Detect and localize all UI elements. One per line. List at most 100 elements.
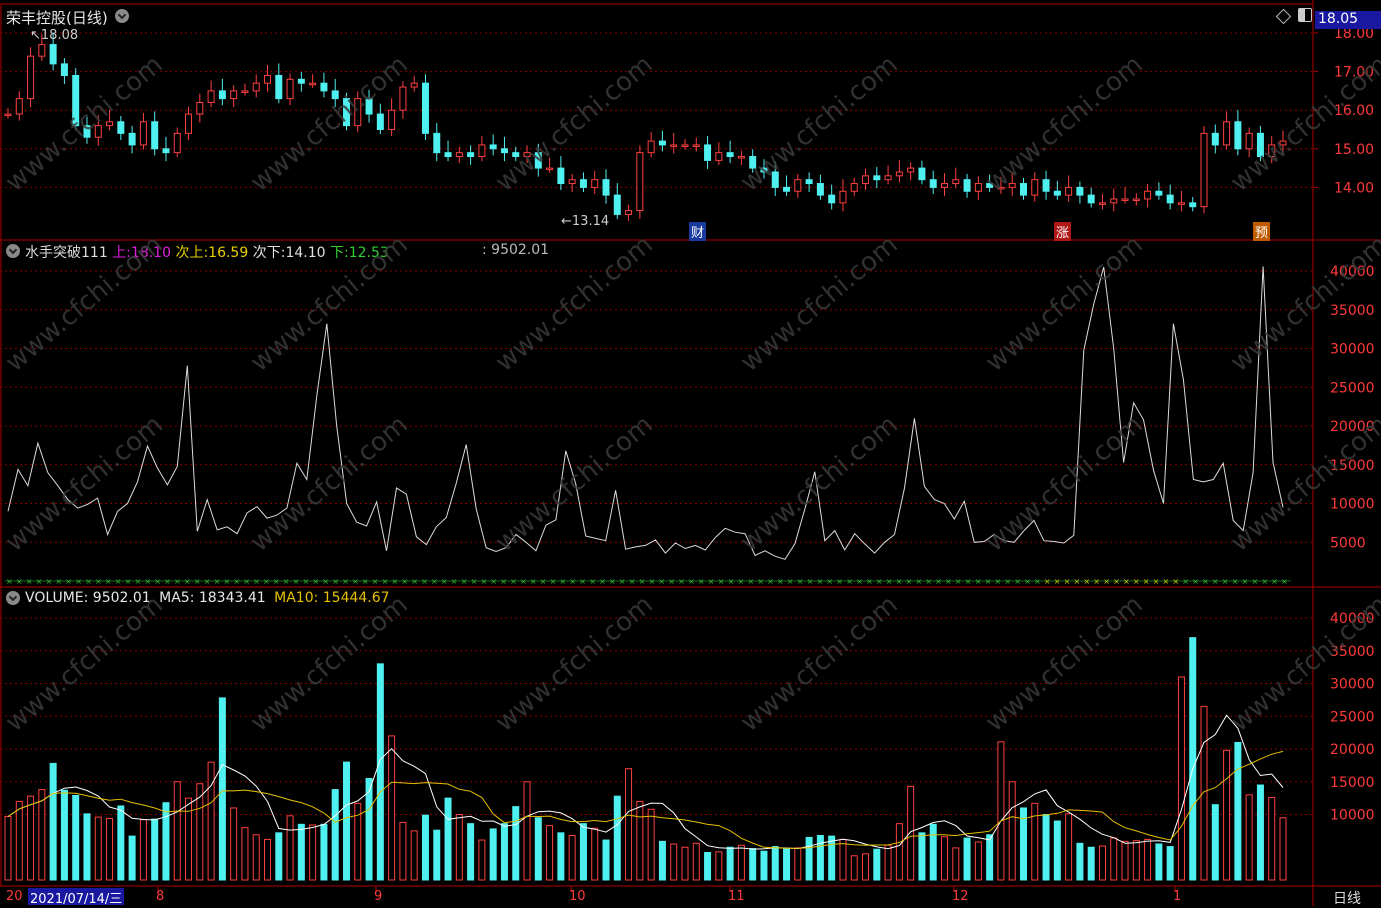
candle-body bbox=[185, 113, 193, 134]
volume-bar bbox=[737, 844, 745, 881]
candle-body bbox=[309, 82, 317, 86]
indicator-baseline-mark: × bbox=[451, 577, 458, 586]
indicator-baseline-mark: × bbox=[263, 577, 270, 586]
candle-body bbox=[963, 179, 971, 192]
volume-bar bbox=[1234, 741, 1242, 881]
volume-bar bbox=[839, 838, 847, 881]
indicator-subup-value: 16.59 bbox=[208, 245, 249, 261]
indicator-baseline-mark: × bbox=[866, 577, 873, 586]
volume-label: VOLUME: 9502.01 bbox=[25, 590, 151, 606]
indicator-baseline-mark: × bbox=[846, 577, 853, 586]
indicator-baseline-mark: × bbox=[668, 577, 675, 586]
indicator-baseline-mark: × bbox=[777, 577, 784, 586]
volume-bar bbox=[286, 815, 294, 881]
indicator-baseline-mark: × bbox=[817, 577, 824, 586]
candle-body bbox=[805, 179, 813, 185]
indicator-baseline-mark: × bbox=[599, 577, 606, 586]
stock-chart-canvas[interactable]: 18.0017.0016.0015.0014.00400003500030000… bbox=[0, 0, 1381, 906]
indicator-baseline-mark: × bbox=[886, 577, 893, 586]
candle-body bbox=[218, 90, 226, 100]
candle-body bbox=[1177, 202, 1185, 205]
marker-yu[interactable]: 预 bbox=[1253, 222, 1271, 241]
indicator-dropdown-icon[interactable] bbox=[6, 244, 20, 258]
candle-body bbox=[568, 179, 576, 185]
candle-body bbox=[196, 101, 204, 115]
indicator-baseline-mark: × bbox=[1133, 577, 1140, 586]
candle-body bbox=[354, 98, 362, 127]
candle-body bbox=[828, 194, 836, 204]
volume-bar bbox=[771, 846, 779, 881]
volume-bar bbox=[974, 841, 982, 881]
volume-bar bbox=[997, 741, 1005, 881]
candle-body bbox=[591, 179, 599, 188]
window-toggle-icon[interactable] bbox=[1298, 8, 1312, 22]
volume-axis-label: 25000 bbox=[1330, 709, 1375, 725]
x-axis-month-8: 8 bbox=[156, 889, 165, 904]
indicator-baseline-mark: × bbox=[629, 577, 636, 586]
indicator-baseline-mark: × bbox=[85, 577, 92, 586]
volume-bar bbox=[1053, 820, 1061, 881]
volume-bar bbox=[60, 789, 68, 881]
indicator-baseline-mark: × bbox=[125, 577, 132, 586]
volume-bar bbox=[941, 836, 949, 881]
candle-body bbox=[737, 156, 745, 159]
volume-bar bbox=[320, 823, 328, 881]
candle-body bbox=[1098, 202, 1106, 205]
chart-window[interactable]: 18.00 17.00 16.00 15.00 14.00 40000 35000 30000… bbox=[0, 0, 1381, 908]
indicator-baseline-mark: × bbox=[1044, 577, 1051, 586]
candle-body bbox=[873, 175, 881, 181]
candle-body bbox=[162, 148, 170, 154]
indicator-baseline-mark: × bbox=[214, 577, 221, 586]
indicator-baseline-mark: × bbox=[55, 577, 62, 586]
volume-bar bbox=[15, 800, 23, 881]
candle-body bbox=[410, 82, 418, 88]
volume-bar bbox=[557, 832, 565, 881]
indicator-baseline-mark: × bbox=[441, 577, 448, 586]
stock-name: 荣丰控股 bbox=[6, 9, 67, 27]
indicator-up-value: 18.10 bbox=[130, 245, 171, 261]
marker-cai[interactable]: 财 bbox=[689, 222, 707, 241]
indicator-baseline-mark: × bbox=[1103, 577, 1110, 586]
indicator-baseline-mark: × bbox=[312, 577, 319, 586]
volume-bar bbox=[94, 816, 102, 881]
candle-body bbox=[1268, 144, 1276, 158]
price-badge: 18.05 bbox=[1315, 11, 1381, 29]
candle-body bbox=[421, 82, 429, 134]
title-dropdown-icon[interactable] bbox=[115, 9, 129, 23]
indicator-baseline-mark: × bbox=[1123, 577, 1130, 586]
plot-frame bbox=[0, 3, 1314, 887]
candle-body bbox=[907, 167, 915, 173]
volume-bar bbox=[38, 789, 46, 881]
candle-body bbox=[286, 78, 294, 100]
indicator-baseline-mark: × bbox=[1034, 577, 1041, 586]
x-axis-month-11: 11 bbox=[728, 889, 745, 904]
candle-body bbox=[331, 90, 339, 100]
indicator-baseline-mark: × bbox=[26, 577, 33, 586]
volume-bar bbox=[399, 821, 407, 881]
indicator-baseline-mark: × bbox=[461, 577, 468, 586]
indicator-baseline-mark: × bbox=[589, 577, 596, 586]
period-button[interactable]: 日线 bbox=[1333, 888, 1361, 908]
indicator-baseline-mark: × bbox=[1192, 577, 1199, 586]
volume-bar bbox=[726, 846, 734, 881]
indicator-baseline-mark: × bbox=[362, 577, 369, 586]
candle-body bbox=[376, 113, 384, 130]
volume-dropdown-icon[interactable] bbox=[6, 591, 20, 605]
candle-body bbox=[106, 121, 114, 127]
indicator-baseline-mark: × bbox=[75, 577, 82, 586]
volume-bar bbox=[83, 813, 91, 881]
candle-body bbox=[1166, 194, 1174, 204]
indicator-baseline-mark: × bbox=[688, 577, 695, 586]
candle-body bbox=[918, 167, 926, 181]
volume-bar bbox=[230, 807, 238, 881]
volume-bar bbox=[1256, 784, 1264, 881]
candle-body bbox=[692, 144, 700, 147]
indicator-baseline-mark: × bbox=[303, 577, 310, 586]
indicator-down-label: 下: bbox=[329, 245, 349, 261]
indicator-baseline-mark: × bbox=[115, 577, 122, 586]
price-axis-label: 14.00 bbox=[1334, 180, 1374, 196]
indicator-baseline-mark: × bbox=[352, 577, 359, 586]
volume-bar bbox=[963, 837, 971, 881]
candle-body bbox=[546, 167, 554, 171]
marker-zhang[interactable]: 涨 bbox=[1054, 222, 1072, 241]
